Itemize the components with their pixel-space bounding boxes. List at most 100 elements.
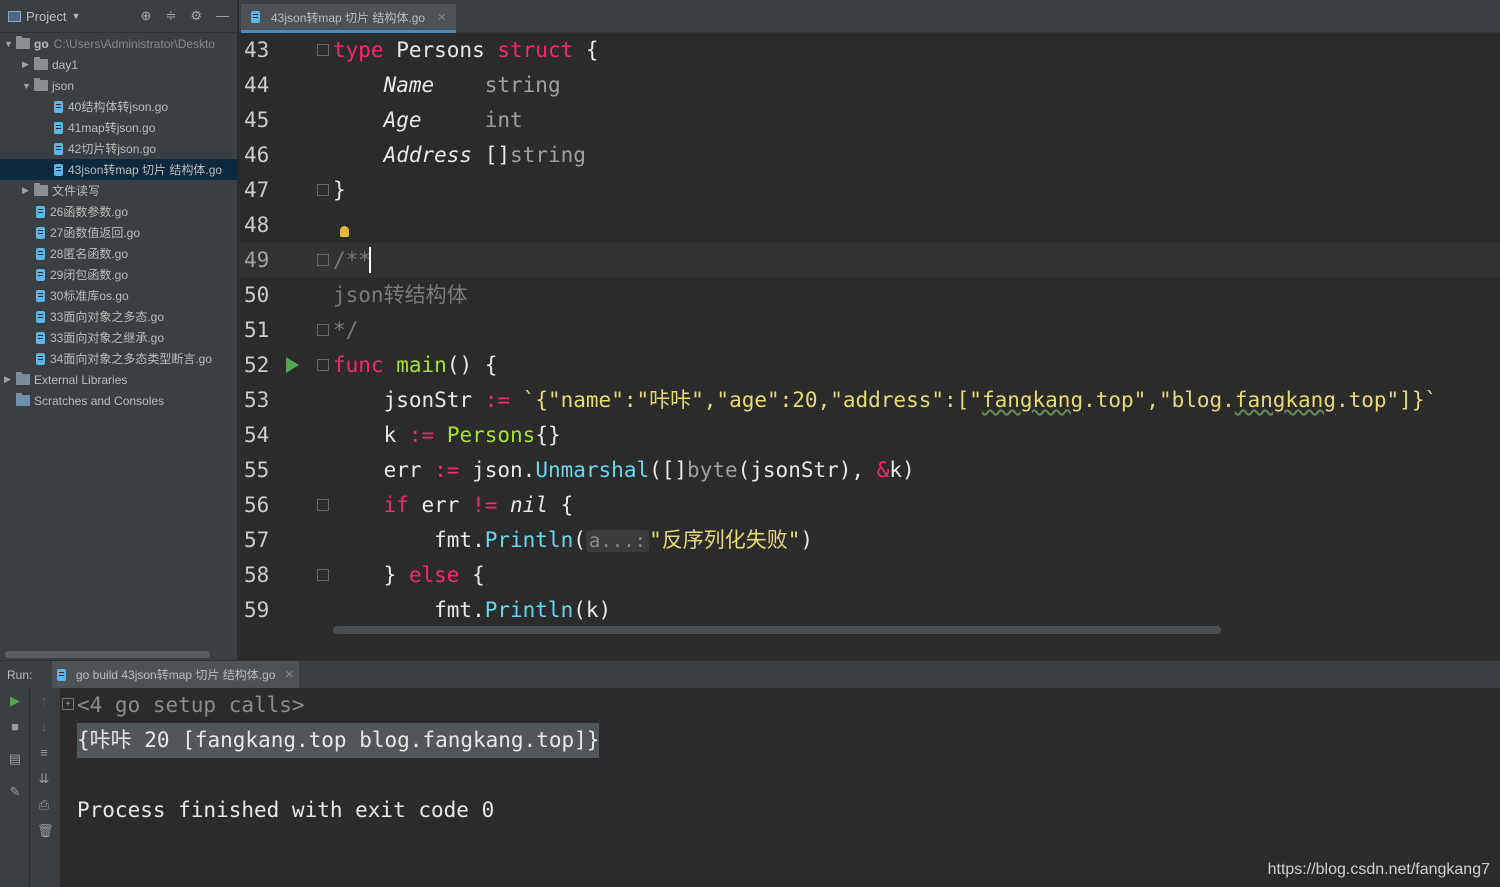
tree-item[interactable]: 40结构体转json.go — [0, 96, 238, 117]
project-scrollbar[interactable] — [5, 651, 210, 658]
pin-icon[interactable]: ✎ — [8, 785, 22, 799]
tree-item[interactable]: 27函数值返回.go — [0, 222, 238, 243]
run-sidebar: ▶ ■ ▤ ✎ ↑ ↓ ≡ ⇊ ⎙ 🗑 — [0, 688, 60, 887]
run-console[interactable]: + <4 go setup calls> {咔咔 20 [fangkang.to… — [60, 688, 1500, 887]
lightbulb-icon[interactable] — [340, 226, 349, 237]
editor-tabbar: 43json转map 切片 结构体.go ✕ — [239, 0, 1500, 33]
tree-item[interactable]: ▼ json — [0, 75, 238, 96]
comment-body: json转结构体 — [333, 283, 468, 307]
locate-icon[interactable]: ⊕ — [141, 8, 152, 24]
fold-icon[interactable] — [317, 569, 329, 581]
tree-item[interactable]: 41map转json.go — [0, 117, 238, 138]
close-icon[interactable]: ✕ — [284, 668, 293, 681]
collapse-icon[interactable]: ≑ — [165, 8, 176, 24]
hide-icon[interactable]: — — [216, 8, 229, 24]
folder-icon — [34, 57, 48, 70]
code-line: k := Persons{} — [333, 423, 561, 447]
tree-item[interactable]: 26函数参数.go — [0, 201, 238, 222]
tree-item[interactable]: ▶ 文件读写 — [0, 180, 238, 201]
tree-item[interactable]: Scratches and Consoles — [0, 390, 238, 411]
fold-icon[interactable] — [317, 254, 329, 266]
code-line: jsonStr := `{"name":"咔咔","age":20,"addre… — [383, 388, 1438, 412]
project-view-selector[interactable]: Project ▼ — [8, 9, 80, 24]
close-icon[interactable]: ✕ — [437, 11, 446, 24]
tree-item[interactable]: 29闭包函数.go — [0, 264, 238, 285]
chevron-down-icon[interactable]: ▼ — [22, 81, 34, 91]
tree-item[interactable]: 33面向对象之继承.go — [0, 327, 238, 348]
tree-item-label: day1 — [52, 57, 79, 72]
tree-item-label: 34面向对象之多态类型断言.go — [50, 352, 213, 366]
folder-icon — [16, 36, 30, 49]
code-line: /** — [333, 243, 371, 278]
go-file-icon — [54, 100, 63, 113]
project-title: Project — [26, 8, 67, 24]
line-number: 53 — [244, 388, 270, 412]
tree-item[interactable]: ▶ External Libraries — [0, 369, 238, 390]
tree-item-label: Scratches and Consoles — [34, 393, 165, 408]
comment-close: */ — [333, 318, 359, 342]
tab-label: 43json转map 切片 结构体.go — [271, 10, 426, 25]
tree-item[interactable]: 42切片转json.go — [0, 138, 238, 159]
tree-item-label: 28匿名函数.go — [50, 247, 129, 261]
line-number: 46 — [244, 143, 270, 167]
tree-item-label: 30标准库os.go — [50, 289, 129, 303]
tree-item[interactable]: ▼ go C:\Users\Administrator\Deskto — [0, 33, 238, 54]
soft-wrap-icon[interactable]: ≡ — [37, 746, 51, 760]
tree-item-label: 43json转map 切片 结构体.go — [68, 163, 223, 177]
tree-item[interactable]: 43json转map 切片 结构体.go — [0, 159, 238, 180]
fold-icon[interactable] — [317, 44, 329, 56]
arrow-down-icon[interactable]: ↓ — [37, 720, 51, 734]
expand-icon[interactable]: + — [62, 698, 74, 710]
go-file-icon — [36, 268, 45, 281]
comment-open: /** — [333, 248, 371, 272]
scroll-to-end-icon[interactable]: ⇊ — [37, 772, 51, 786]
tree-item-label: go — [34, 36, 49, 51]
chevron-down-icon[interactable]: ▼ — [4, 39, 16, 49]
code-line: fmt.Println(a...: "反序列化失败") — [333, 528, 814, 552]
folder-icon — [34, 78, 48, 91]
trash-icon[interactable]: 🗑 — [37, 824, 54, 838]
line-number: 47 — [244, 178, 270, 202]
tree-item[interactable]: 30标准库os.go — [0, 285, 238, 306]
line-number: 50 — [244, 283, 270, 307]
arrow-up-icon[interactable]: ↑ — [37, 694, 51, 708]
console-line: <4 go setup calls> — [77, 693, 305, 717]
run-icon[interactable] — [286, 357, 299, 373]
tab-active-file[interactable]: 43json转map 切片 结构体.go ✕ — [241, 4, 457, 33]
rerun-icon[interactable]: ▶ — [8, 694, 22, 708]
code-line: type Persons struct { — [333, 38, 599, 62]
tree-item[interactable]: 34面向对象之多态类型断言.go — [0, 348, 238, 369]
print-icon[interactable]: ⎙ — [37, 798, 51, 812]
fold-icon[interactable] — [317, 359, 329, 371]
tree-item-label: 33面向对象之继承.go — [50, 331, 165, 345]
go-file-icon — [54, 142, 63, 155]
run-toolbar: Run: go build 43json转map 切片 结构体.go ✕ — [0, 660, 1500, 689]
chevron-down-icon[interactable]: ▼ — [71, 11, 80, 21]
code-editor[interactable]: 43 type Persons struct { 44 Name string 4… — [239, 33, 1500, 660]
fold-icon[interactable] — [317, 184, 329, 196]
tree-item[interactable]: ▶ day1 — [0, 54, 238, 75]
tree-item-label: 40结构体转json.go — [68, 100, 169, 114]
tree-item[interactable]: 28匿名函数.go — [0, 243, 238, 264]
tree-item[interactable]: 33面向对象之多态.go — [0, 306, 238, 327]
code-line: if err != nil { — [383, 493, 574, 517]
code-line: } — [333, 178, 346, 202]
code-line: func main() { — [333, 353, 498, 377]
stop-icon[interactable]: ■ — [8, 720, 22, 734]
project-tree: ▼ go C:\Users\Administrator\Deskto ▶ day1 ▼ js… — [0, 33, 238, 411]
go-file-icon — [36, 352, 45, 365]
fold-icon[interactable] — [317, 324, 329, 336]
layout-icon[interactable]: ▤ — [8, 752, 22, 766]
chevron-right-icon[interactable]: ▶ — [22, 59, 34, 70]
gear-icon[interactable]: ⚙ — [190, 8, 202, 24]
run-config-tab[interactable]: go build 43json转map 切片 结构体.go ✕ — [52, 660, 299, 689]
tree-item-label: json — [52, 78, 75, 93]
fold-icon[interactable] — [317, 499, 329, 511]
go-file-icon — [36, 289, 45, 302]
editor-hscrollbar[interactable] — [333, 626, 1221, 634]
code-line: err := json.Unmarshal([]byte(jsonStr), &… — [333, 458, 915, 482]
line-number: 52 — [244, 353, 270, 377]
chevron-right-icon[interactable]: ▶ — [22, 185, 34, 196]
chevron-right-icon[interactable]: ▶ — [4, 374, 16, 385]
line-number: 56 — [244, 493, 270, 517]
